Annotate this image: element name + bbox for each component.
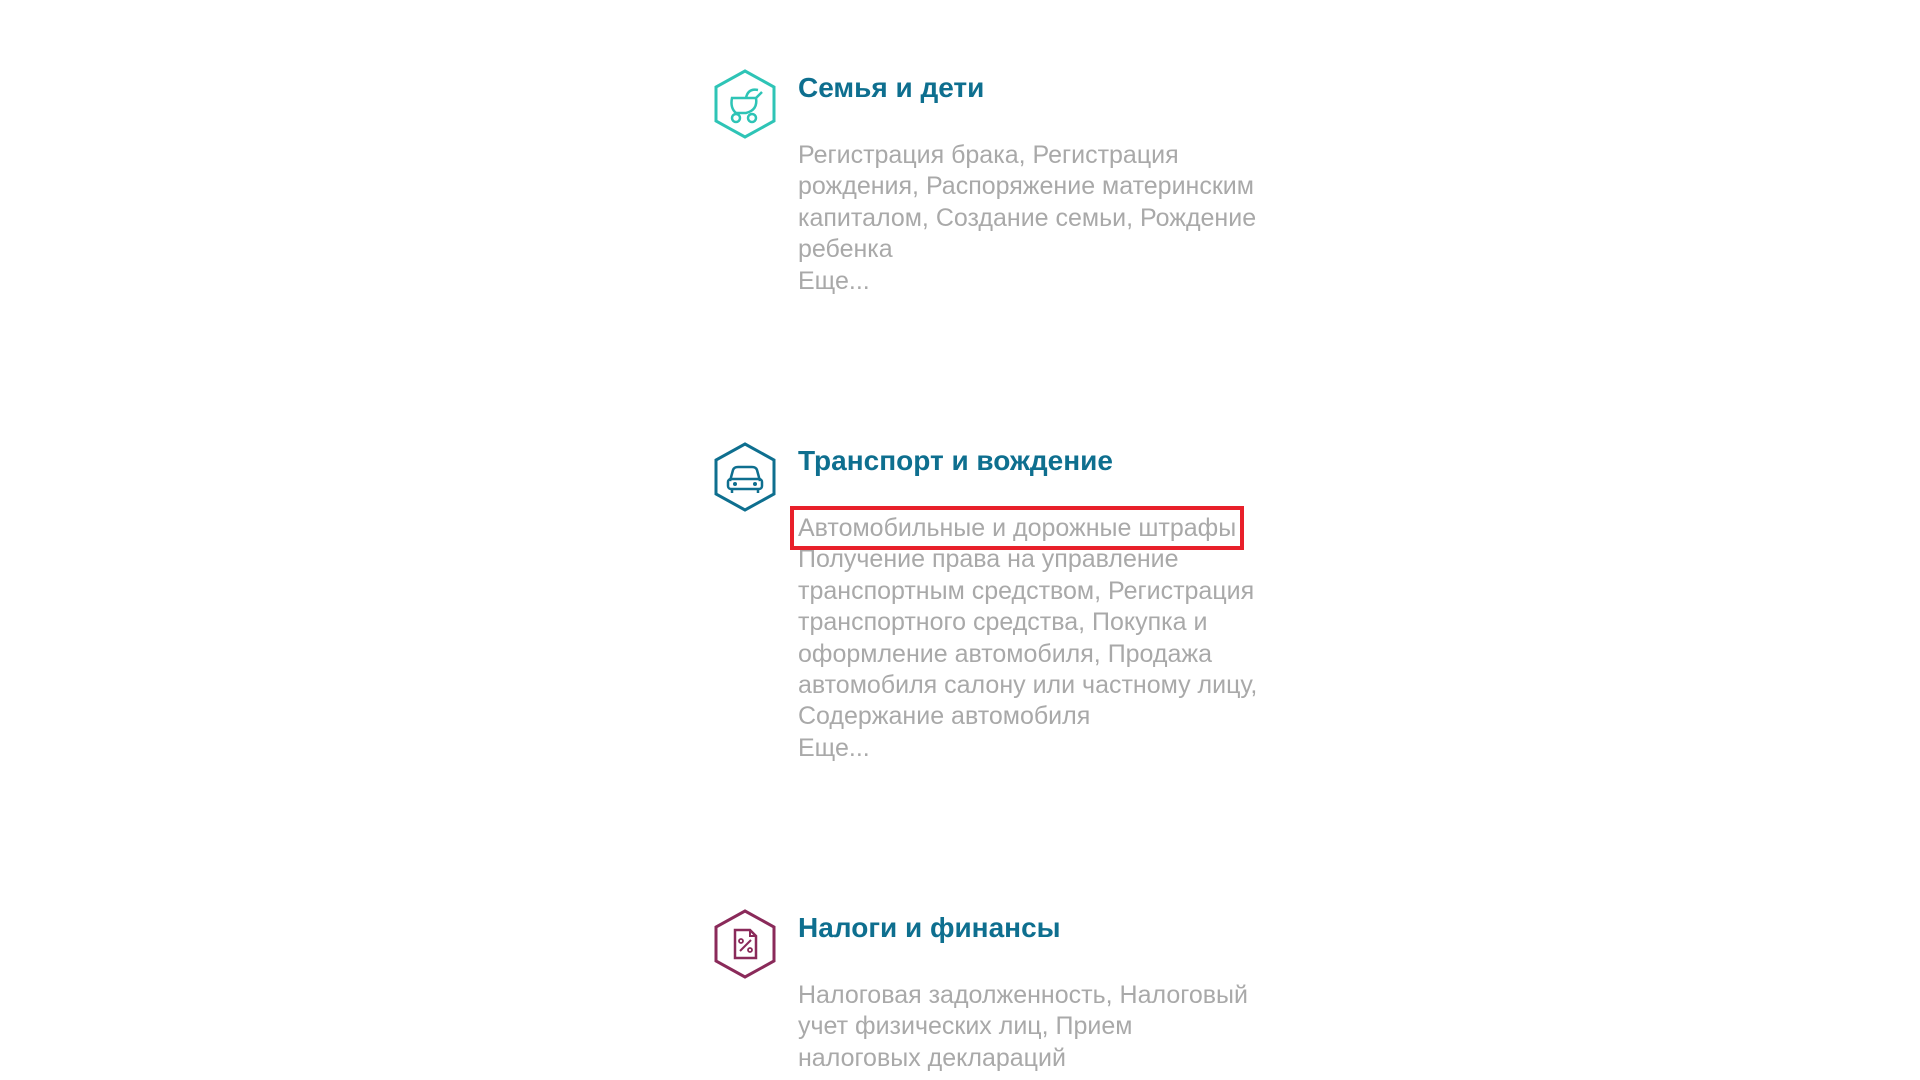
link-tax-debt[interactable]: Налоговая задолженность, [798, 981, 1113, 1009]
category-title[interactable]: Семья и дети [798, 72, 984, 104]
link-road-fines[interactable]: Автомобильные и дорожные штрафы [789, 506, 1245, 550]
category-title[interactable]: Налоги и финансы [798, 912, 1061, 944]
link-family-creation[interactable]: Создание семьи, [936, 204, 1133, 232]
more-link[interactable]: Еще... [798, 733, 1258, 764]
tax-document-icon [714, 909, 776, 979]
baby-stroller-icon [714, 69, 776, 139]
category-links: Регистрация брака, Регистрация рождения,… [798, 140, 1258, 297]
services-page: Семья и дети Регистрация брака, Регистра… [0, 0, 1920, 1080]
link-car-maintenance[interactable]: Содержание автомобиля [798, 702, 1090, 730]
category-title[interactable]: Транспорт и вождение [798, 445, 1113, 477]
category-links: Налоговая задолженность, Налоговый учет … [798, 980, 1258, 1074]
car-icon [714, 442, 776, 512]
link-marriage-registration[interactable]: Регистрация брака, [798, 141, 1026, 169]
category-links: Автомобильные и дорожные штрафы Получени… [789, 506, 1258, 764]
more-link[interactable]: Еще... [798, 266, 1258, 297]
